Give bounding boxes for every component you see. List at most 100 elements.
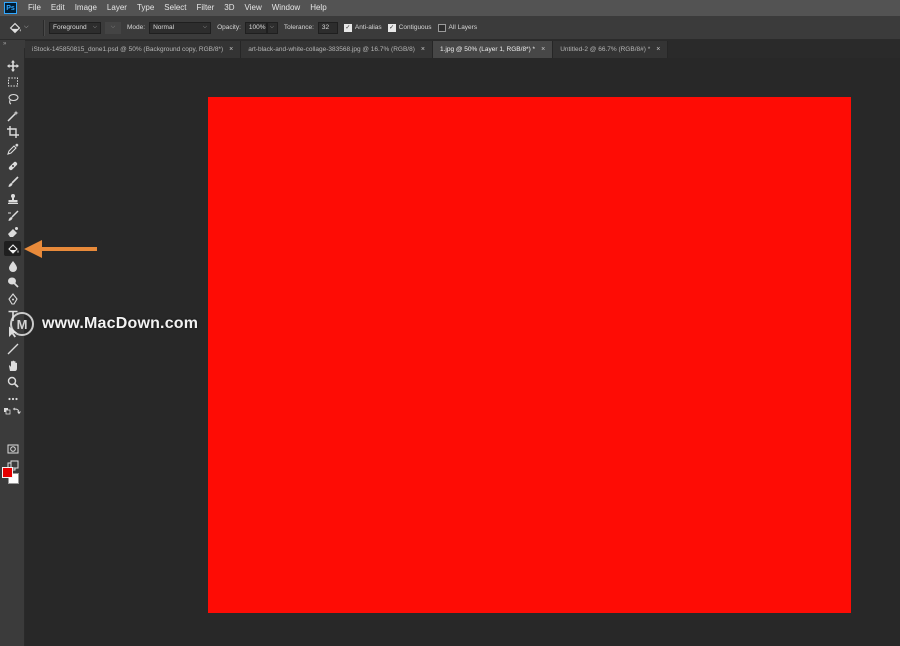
mode-dropdown[interactable]: Normal ⌵ bbox=[149, 21, 212, 34]
water-drop-icon bbox=[8, 260, 17, 272]
mode-value: Normal bbox=[153, 24, 175, 31]
history-brush-icon bbox=[7, 209, 19, 221]
dodge-tool[interactable] bbox=[4, 274, 21, 289]
document-canvas[interactable] bbox=[208, 97, 851, 613]
marquee-icon bbox=[7, 77, 18, 86]
hand-tool[interactable] bbox=[4, 358, 21, 373]
brush-tool[interactable] bbox=[4, 174, 21, 189]
tab-label: 1.jpg @ 50% (Layer 1, RGB/8*) * bbox=[439, 46, 536, 53]
chevron-down-icon: ⌵ bbox=[92, 24, 97, 30]
options-divider bbox=[43, 19, 44, 36]
contiguous-checkbox[interactable]: ✓ Contiguous bbox=[387, 23, 432, 32]
eyedropper-tool[interactable] bbox=[4, 141, 21, 156]
menu-bar: Ps File Edit Image Layer Type Select Fil… bbox=[0, 0, 900, 16]
menu-help[interactable]: Help bbox=[305, 0, 331, 16]
pen-tool[interactable] bbox=[4, 291, 21, 306]
menu-select[interactable]: Select bbox=[159, 0, 191, 16]
eraser-icon bbox=[7, 226, 18, 237]
ellipsis-icon bbox=[7, 397, 18, 400]
tab-untitled-2[interactable]: Untitled-2 @ 66.7% (RGB/8#) * × bbox=[553, 41, 669, 58]
watermark-text: www.MacDown.com bbox=[42, 315, 199, 332]
document-tab-bar: iStock-145850815_done1.psd @ 50% (Backgr… bbox=[25, 40, 900, 58]
document-workspace bbox=[25, 58, 900, 646]
chevron-down-icon: ⌵ bbox=[202, 24, 208, 30]
close-icon[interactable]: × bbox=[229, 46, 233, 53]
chevron-down-icon: ⌵ bbox=[110, 24, 116, 30]
stamp-icon bbox=[7, 193, 18, 204]
all-layers-label: All Layers bbox=[448, 24, 478, 31]
hand-icon bbox=[8, 360, 17, 371]
close-icon[interactable]: × bbox=[541, 46, 545, 53]
magic-wand-tool[interactable] bbox=[4, 108, 21, 123]
menu-edit[interactable]: Edit bbox=[46, 0, 70, 16]
photoshop-logo: Ps bbox=[4, 2, 17, 14]
checkbox-empty-icon bbox=[437, 23, 446, 32]
toolbar-collapse-button[interactable]: » bbox=[0, 40, 25, 48]
chevron-down-icon: ⌵ bbox=[24, 24, 29, 30]
close-icon[interactable]: × bbox=[421, 46, 425, 53]
marquee-tool[interactable] bbox=[4, 74, 21, 89]
lasso-icon bbox=[7, 93, 19, 104]
tools-panel bbox=[0, 48, 25, 646]
anti-alias-checkbox[interactable]: ✓ Anti-alias bbox=[343, 23, 382, 32]
eyedropper-icon bbox=[6, 143, 18, 155]
tolerance-value: 32 bbox=[321, 24, 330, 31]
mode-label: Mode: bbox=[127, 24, 146, 31]
magnifier-icon bbox=[7, 376, 19, 388]
menu-view[interactable]: View bbox=[240, 0, 267, 16]
dodge-icon bbox=[7, 277, 19, 288]
tab-art-collage[interactable]: art-black-and-white-collage-383568.jpg @… bbox=[241, 41, 433, 58]
fill-source-value: Foreground bbox=[53, 24, 87, 31]
tab-label: Untitled-2 @ 66.7% (RGB/8#) * bbox=[560, 46, 651, 53]
tab-1-jpg[interactable]: 1.jpg @ 50% (Layer 1, RGB/8*) * × bbox=[432, 41, 554, 58]
pattern-picker[interactable]: ⌵ bbox=[105, 21, 121, 34]
annotation-arrow-icon bbox=[24, 240, 97, 258]
menu-filter[interactable]: Filter bbox=[192, 0, 220, 16]
line-tool[interactable] bbox=[4, 341, 21, 356]
quick-mask-button[interactable] bbox=[4, 441, 21, 456]
chevron-down-icon: ⌵ bbox=[269, 24, 275, 30]
checkmark-icon: ✓ bbox=[343, 23, 352, 32]
menu-layer[interactable]: Layer bbox=[102, 0, 132, 16]
crop-icon bbox=[6, 125, 19, 138]
clone-stamp-tool[interactable] bbox=[4, 191, 21, 206]
checkmark-icon: ✓ bbox=[387, 23, 396, 32]
default-colors-toggle[interactable] bbox=[2, 406, 22, 416]
crop-tool[interactable] bbox=[4, 124, 21, 139]
opacity-slider-toggle[interactable]: ⌵ bbox=[266, 21, 278, 34]
paint-bucket-icon bbox=[7, 243, 18, 254]
paint-bucket-tool[interactable] bbox=[4, 241, 21, 256]
tolerance-input[interactable]: 32 bbox=[317, 21, 338, 34]
more-tools-button[interactable] bbox=[4, 391, 21, 406]
blur-tool[interactable] bbox=[4, 258, 21, 273]
move-tool[interactable] bbox=[4, 58, 21, 73]
double-chevron-icon: » bbox=[3, 41, 7, 47]
eraser-tool[interactable] bbox=[4, 224, 21, 239]
close-icon[interactable]: × bbox=[656, 46, 660, 53]
menu-file[interactable]: File bbox=[23, 0, 46, 16]
contiguous-label: Contiguous bbox=[398, 24, 432, 31]
watermark: M www.MacDown.com bbox=[10, 312, 198, 336]
tolerance-label: Tolerance: bbox=[283, 24, 314, 31]
fill-source-dropdown[interactable]: Foreground ⌵ bbox=[49, 21, 101, 34]
tab-label: iStock-145850815_done1.psd @ 50% (Backgr… bbox=[32, 46, 224, 53]
watermark-logo: M bbox=[10, 312, 34, 336]
opacity-value: 100% bbox=[248, 24, 266, 31]
swap-colors-icon bbox=[4, 407, 21, 414]
history-brush-tool[interactable] bbox=[4, 208, 21, 223]
paint-bucket-icon bbox=[9, 22, 21, 33]
tool-preset-picker[interactable]: ⌵ bbox=[8, 19, 38, 37]
menu-image[interactable]: Image bbox=[70, 0, 102, 16]
photoshop-window: Ps File Edit Image Layer Type Select Fil… bbox=[0, 0, 900, 646]
menu-3d[interactable]: 3D bbox=[219, 0, 239, 16]
tab-istock[interactable]: iStock-145850815_done1.psd @ 50% (Backgr… bbox=[25, 41, 242, 58]
foreground-color-swatch[interactable] bbox=[2, 467, 13, 478]
anti-alias-label: Anti-alias bbox=[354, 24, 382, 31]
all-layers-checkbox[interactable]: All Layers bbox=[437, 23, 478, 32]
opacity-input[interactable]: 100% bbox=[244, 21, 267, 34]
zoom-tool[interactable] bbox=[4, 374, 21, 389]
lasso-tool[interactable] bbox=[4, 91, 21, 106]
menu-window[interactable]: Window bbox=[267, 0, 305, 16]
menu-type[interactable]: Type bbox=[132, 0, 159, 16]
healing-brush-tool[interactable] bbox=[4, 158, 21, 173]
